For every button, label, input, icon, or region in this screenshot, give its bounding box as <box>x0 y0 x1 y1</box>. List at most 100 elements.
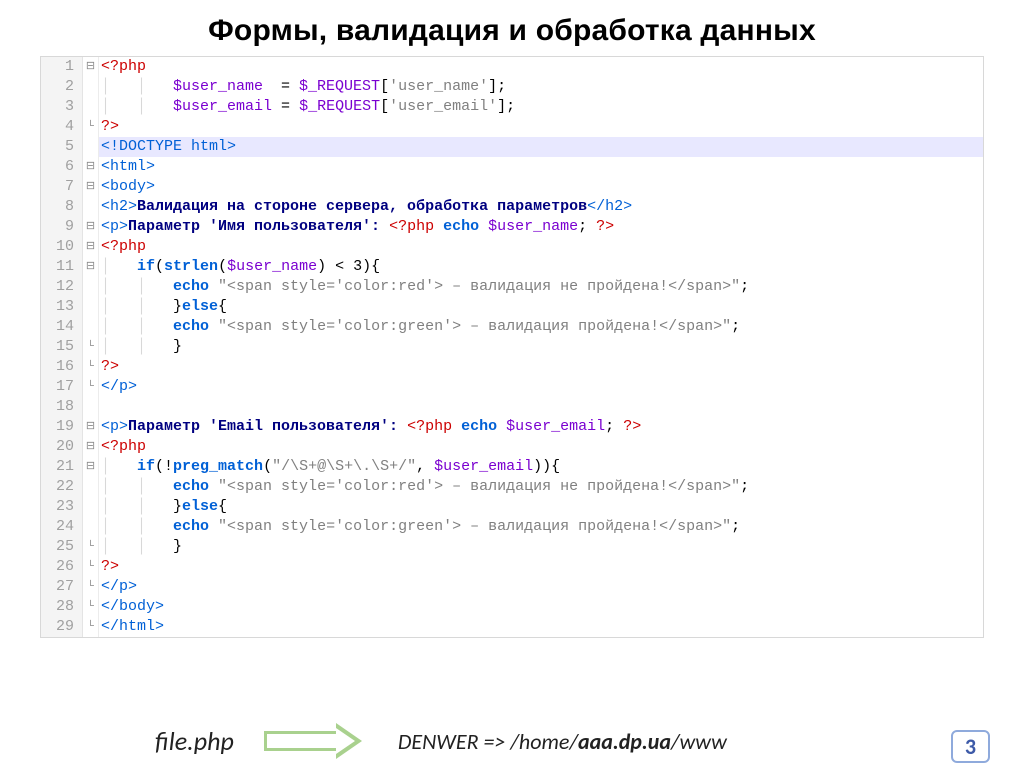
code-content: │ │ }else{ <box>99 297 983 317</box>
line-number: 2 <box>41 77 83 97</box>
line-number: 17 <box>41 377 83 397</box>
line-number: 18 <box>41 397 83 417</box>
code-content: │ │ echo "<span style='color:red'> – вал… <box>99 277 983 297</box>
code-content: <p>Параметр 'Имя пользователя': <?php ec… <box>99 217 983 237</box>
code-line: 19⊟<p>Параметр 'Email пользователя': <?p… <box>41 417 983 437</box>
fold-gutter <box>83 137 99 157</box>
fold-gutter: ⊟ <box>83 157 99 177</box>
footer-path: DENWER => /home/aaa.dp.ua/www <box>398 728 727 755</box>
line-number: 8 <box>41 197 83 217</box>
line-number: 11 <box>41 257 83 277</box>
line-number: 10 <box>41 237 83 257</box>
line-number: 14 <box>41 317 83 337</box>
code-line: 8 <h2>Валидация на стороне сервера, обраб… <box>41 197 983 217</box>
code-content: <p>Параметр 'Email пользователя': <?php … <box>99 417 983 437</box>
slide-title: Формы, валидация и обработка данных <box>0 14 1024 48</box>
code-content: │ │ echo "<span style='color:red'> – вал… <box>99 477 983 497</box>
code-line: 2│ │ $user_name = $_REQUEST['user_name']… <box>41 77 983 97</box>
fold-gutter: └ <box>83 597 99 617</box>
code-content: <!DOCTYPE html> <box>99 137 983 157</box>
fold-gutter: └ <box>83 537 99 557</box>
code-line: 18 <box>41 397 983 417</box>
line-number: 13 <box>41 297 83 317</box>
code-line: 10⊟<?php <box>41 237 983 257</box>
fold-gutter <box>83 397 99 417</box>
footer-filename: file.php <box>155 725 234 757</box>
code-line: 21⊟│ if(!preg_match("/\S+@\S+\.\S+/", $u… <box>41 457 983 477</box>
code-line: 13 │ │ }else{ <box>41 297 983 317</box>
line-number: 23 <box>41 497 83 517</box>
code-content: ?> <box>99 557 983 577</box>
code-line: 26└?> <box>41 557 983 577</box>
code-content: <body> <box>99 177 983 197</box>
fold-gutter <box>83 517 99 537</box>
fold-gutter <box>83 477 99 497</box>
fold-gutter <box>83 277 99 297</box>
fold-gutter: └ <box>83 557 99 577</box>
line-number: 20 <box>41 437 83 457</box>
code-content: │ │ echo "<span style='color:green'> – в… <box>99 517 983 537</box>
code-line: 17└</p> <box>41 377 983 397</box>
fold-gutter: └ <box>83 117 99 137</box>
line-number: 1 <box>41 57 83 77</box>
code-line: 27└</p> <box>41 577 983 597</box>
code-line: 16└?> <box>41 357 983 377</box>
code-line: 6⊟<html> <box>41 157 983 177</box>
code-line: 25└│ │ } <box>41 537 983 557</box>
code-content: <h2>Валидация на стороне сервера, обрабо… <box>99 197 983 217</box>
line-number: 15 <box>41 337 83 357</box>
code-line: 22 │ │ echo "<span style='color:red'> – в… <box>41 477 983 497</box>
line-number: 27 <box>41 577 83 597</box>
fold-gutter <box>83 297 99 317</box>
code-line: 7⊟<body> <box>41 177 983 197</box>
fold-gutter <box>83 317 99 337</box>
fold-gutter: ⊟ <box>83 57 99 77</box>
code-line: 4└?> <box>41 117 983 137</box>
arrow-icon <box>264 723 362 759</box>
code-content: ?> <box>99 117 983 137</box>
fold-gutter: ⊟ <box>83 217 99 237</box>
code-content: <?php <box>99 57 983 77</box>
fold-gutter: ⊟ <box>83 437 99 457</box>
line-number: 25 <box>41 537 83 557</box>
code-content: │ if(strlen($user_name) < 3){ <box>99 257 983 277</box>
line-number: 9 <box>41 217 83 237</box>
fold-gutter: ⊟ <box>83 457 99 477</box>
line-number: 24 <box>41 517 83 537</box>
code-content: </body> <box>99 597 983 617</box>
code-line: 9⊟<p>Параметр 'Имя пользователя': <?php … <box>41 217 983 237</box>
fold-gutter: └ <box>83 377 99 397</box>
line-number: 3 <box>41 97 83 117</box>
code-line: 14│ │ echo "<span style='color:green'> –… <box>41 317 983 337</box>
page-number: 3 <box>951 730 990 763</box>
line-number: 28 <box>41 597 83 617</box>
line-number: 4 <box>41 117 83 137</box>
code-content: │ │ } <box>99 537 983 557</box>
line-number: 29 <box>41 617 83 637</box>
code-content: <html> <box>99 157 983 177</box>
fold-gutter: └ <box>83 337 99 357</box>
code-content: │ │ }else{ <box>99 497 983 517</box>
code-content: │ │ $user_email = $_REQUEST['user_email'… <box>99 97 983 117</box>
fold-gutter <box>83 97 99 117</box>
line-number: 6 <box>41 157 83 177</box>
fold-gutter: └ <box>83 617 99 637</box>
code-line: 12 │ │ echo "<span style='color:red'> – в… <box>41 277 983 297</box>
code-line: 20⊟<?php <box>41 437 983 457</box>
line-number: 19 <box>41 417 83 437</box>
code-line: 23 │ │ }else{ <box>41 497 983 517</box>
code-editor: 1⊟<?php2│ │ $user_name = $_REQUEST['user… <box>40 56 984 638</box>
fold-gutter <box>83 77 99 97</box>
code-line: 29└</html> <box>41 617 983 637</box>
code-content: <?php <box>99 437 983 457</box>
line-number: 22 <box>41 477 83 497</box>
code-line: 11⊟│ if(strlen($user_name) < 3){ <box>41 257 983 277</box>
footer: file.php DENWER => /home/aaa.dp.ua/www <box>0 723 1024 759</box>
line-number: 21 <box>41 457 83 477</box>
line-number: 26 <box>41 557 83 577</box>
fold-gutter: ⊟ <box>83 417 99 437</box>
code-content <box>99 397 983 417</box>
code-line: 28└</body> <box>41 597 983 617</box>
line-number: 12 <box>41 277 83 297</box>
code-content: ?> <box>99 357 983 377</box>
